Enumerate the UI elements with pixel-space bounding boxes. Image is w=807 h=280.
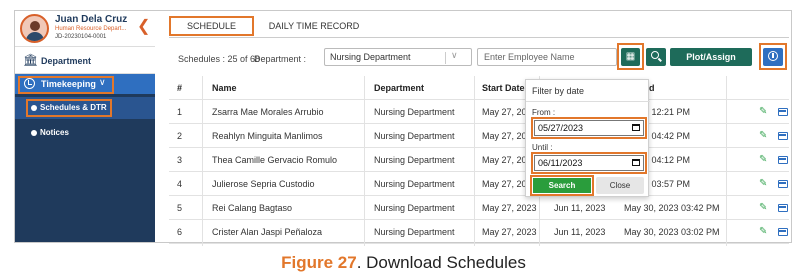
view-icon[interactable] bbox=[778, 204, 788, 212]
search-button[interactable] bbox=[646, 48, 666, 66]
calendar-icon[interactable] bbox=[632, 124, 640, 131]
row-number: 1 bbox=[177, 107, 183, 117]
plot-assign-button[interactable]: Plot/Assign bbox=[670, 48, 752, 66]
row-name: Crister Alan Jaspi Peñaloza bbox=[212, 227, 323, 237]
row-number: 6 bbox=[177, 227, 183, 237]
table-row[interactable]: 2 Reahlyn Minguita Manlimos Nursing Depa… bbox=[169, 124, 789, 148]
until-date-input[interactable]: 06/11/2023 bbox=[534, 155, 644, 171]
header-number: # bbox=[177, 83, 183, 93]
row-start-date: May 27, 2023 bbox=[482, 227, 537, 237]
until-date-value: 06/11/2023 bbox=[538, 158, 583, 168]
row-name: Reahlyn Minguita Manlimos bbox=[212, 131, 323, 141]
filter-close-button[interactable]: Close bbox=[596, 177, 644, 194]
select-separator bbox=[445, 52, 446, 64]
tab-daily-time-record[interactable]: DAILY TIME RECORD bbox=[259, 16, 369, 36]
view-icon[interactable] bbox=[778, 156, 788, 164]
calendar-filter-button[interactable]: ▦ bbox=[621, 48, 640, 66]
edit-icon[interactable]: ✎ bbox=[759, 130, 767, 142]
filter-title: Filter by date bbox=[532, 86, 585, 96]
from-date-input[interactable]: 05/27/2023 bbox=[534, 120, 644, 136]
view-icon[interactable] bbox=[778, 132, 788, 140]
column-divider bbox=[202, 76, 203, 246]
row-department: Nursing Department bbox=[374, 155, 455, 165]
main-panel: SCHEDULE DAILY TIME RECORD Schedules : 2… bbox=[14, 10, 792, 246]
table-row[interactable]: 4 Julierose Sepria Custodio Nursing Depa… bbox=[169, 172, 789, 196]
column-divider bbox=[474, 76, 475, 246]
caption-text: . Download Schedules bbox=[356, 253, 526, 272]
from-label: From : bbox=[532, 108, 556, 117]
until-label: Until : bbox=[532, 143, 553, 152]
view-icon[interactable] bbox=[778, 180, 788, 188]
filter-search-button[interactable]: Search bbox=[533, 178, 591, 193]
figure-number: Figure 27 bbox=[281, 253, 357, 272]
row-start-date: May 27, 2023 bbox=[482, 203, 537, 213]
row-number: 5 bbox=[177, 203, 183, 213]
row-number: 4 bbox=[177, 179, 183, 189]
row-name: Zsarra Mae Morales Arrubio bbox=[212, 107, 324, 117]
download-button[interactable] bbox=[763, 48, 783, 66]
divider bbox=[526, 101, 650, 102]
row-end-date: Jun 11, 2023 bbox=[554, 203, 606, 213]
department-select[interactable]: Nursing Department ∨ bbox=[324, 48, 472, 66]
employee-search-input[interactable] bbox=[477, 48, 617, 66]
tab-divider bbox=[169, 37, 789, 38]
column-divider bbox=[364, 76, 365, 246]
row-number: 2 bbox=[177, 131, 183, 141]
chevron-down-icon: ∨ bbox=[451, 50, 458, 60]
calendar-icon: ▦ bbox=[625, 51, 636, 62]
view-icon[interactable] bbox=[778, 228, 788, 236]
header-name: Name bbox=[212, 83, 237, 93]
edit-icon[interactable]: ✎ bbox=[759, 202, 767, 214]
table-row[interactable]: 6 Crister Alan Jaspi Peñaloza Nursing De… bbox=[169, 220, 789, 244]
from-date-value: 05/27/2023 bbox=[538, 123, 584, 133]
row-name: Rei Calang Bagtaso bbox=[212, 203, 293, 213]
schedule-count: Schedules : 25 of 68 bbox=[178, 54, 261, 64]
department-filter-label: Department : bbox=[254, 54, 307, 64]
row-department: Nursing Department bbox=[374, 131, 455, 141]
row-department: Nursing Department bbox=[374, 107, 455, 117]
tab-schedule[interactable]: SCHEDULE bbox=[169, 16, 254, 36]
calendar-icon[interactable] bbox=[632, 159, 640, 166]
column-divider bbox=[726, 76, 727, 246]
row-department: Nursing Department bbox=[374, 203, 455, 213]
view-icon[interactable] bbox=[778, 108, 788, 116]
edit-icon[interactable]: ✎ bbox=[759, 226, 767, 238]
row-number: 3 bbox=[177, 155, 183, 165]
header-department: Department bbox=[374, 83, 425, 93]
table-row[interactable]: 1 Zsarra Mae Morales Arrubio Nursing Dep… bbox=[169, 100, 789, 124]
row-name: Thea Camille Gervacio Romulo bbox=[212, 155, 338, 165]
edit-icon[interactable]: ✎ bbox=[759, 178, 767, 190]
row-end-date: Jun 11, 2023 bbox=[554, 227, 606, 237]
edit-icon[interactable]: ✎ bbox=[759, 154, 767, 166]
row-name: Julierose Sepria Custodio bbox=[212, 179, 315, 189]
figure-caption: Figure 27. Download Schedules bbox=[0, 253, 807, 273]
table-header: # Name Department Start Date d bbox=[169, 76, 789, 100]
row-department: Nursing Department bbox=[374, 179, 455, 189]
table-row[interactable]: 3 Thea Camille Gervacio Romulo Nursing D… bbox=[169, 148, 789, 172]
row-department: Nursing Department bbox=[374, 227, 455, 237]
table-row[interactable]: 5 Rei Calang Bagtaso Nursing Department … bbox=[169, 196, 789, 220]
header-updated: d bbox=[649, 83, 655, 93]
edit-icon[interactable]: ✎ bbox=[759, 106, 767, 118]
department-select-value: Nursing Department bbox=[330, 52, 411, 62]
filter-by-date-popup: Filter by date From : 05/27/2023 Until :… bbox=[525, 79, 650, 197]
